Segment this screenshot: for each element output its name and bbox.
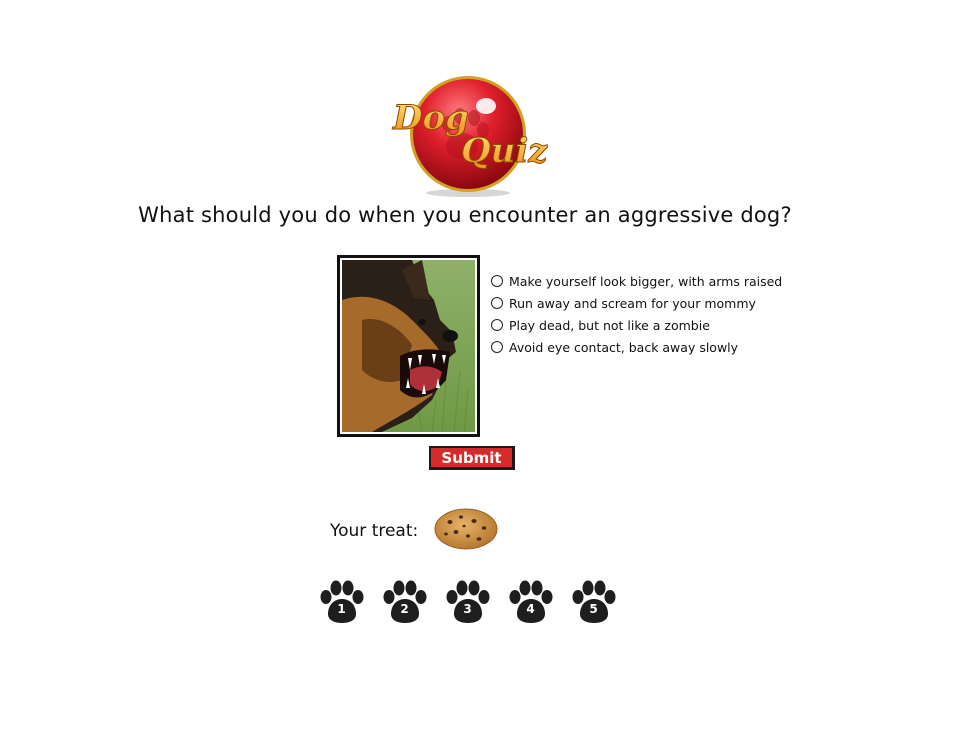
answer-options: Make yourself look bigger, with arms rai… [491,270,782,358]
dog-quiz-logo: Dog Quiz [388,74,548,199]
logo-text-quiz: Quiz [461,131,548,171]
answer-option[interactable]: Avoid eye contact, back away slowly [491,336,782,358]
cookie-icon [434,508,498,554]
radio-button[interactable] [491,319,503,331]
treat-section: Your treat: [330,508,498,554]
paw-number: 1 [337,602,346,616]
answer-option-label: Make yourself look bigger, with arms rai… [509,273,783,289]
answer-option-label: Play dead, but not like a zombie [509,317,710,333]
radio-button[interactable] [491,297,503,309]
question-text: What should you do when you encounter an… [138,203,792,227]
paw-number: 2 [400,602,409,616]
answer-option-label: Run away and scream for your mommy [509,295,756,311]
answer-option[interactable]: Run away and scream for your mommy [491,292,782,314]
paw-number: 3 [463,602,472,616]
treat-label: Your treat: [330,521,419,541]
paw-button-1[interactable]: 1 [318,580,365,624]
submit-button[interactable]: Submit [429,446,515,470]
dog-image [337,255,480,437]
logo-text-dog: Dog [392,98,469,138]
radio-button[interactable] [491,341,503,353]
radio-button[interactable] [491,275,503,287]
paw-button-2[interactable]: 2 [381,580,428,624]
answer-option-label: Avoid eye contact, back away slowly [509,339,739,355]
paw-number: 5 [589,602,598,616]
paw-button-5[interactable]: 5 [570,580,617,624]
answer-option[interactable]: Make yourself look bigger, with arms rai… [491,270,782,292]
paw-number: 4 [526,602,535,616]
paw-button-4[interactable]: 4 [507,580,554,624]
question-navigation: 1 2 3 4 5 [318,580,633,624]
paw-button-3[interactable]: 3 [444,580,491,624]
answer-option[interactable]: Play dead, but not like a zombie [491,314,782,336]
